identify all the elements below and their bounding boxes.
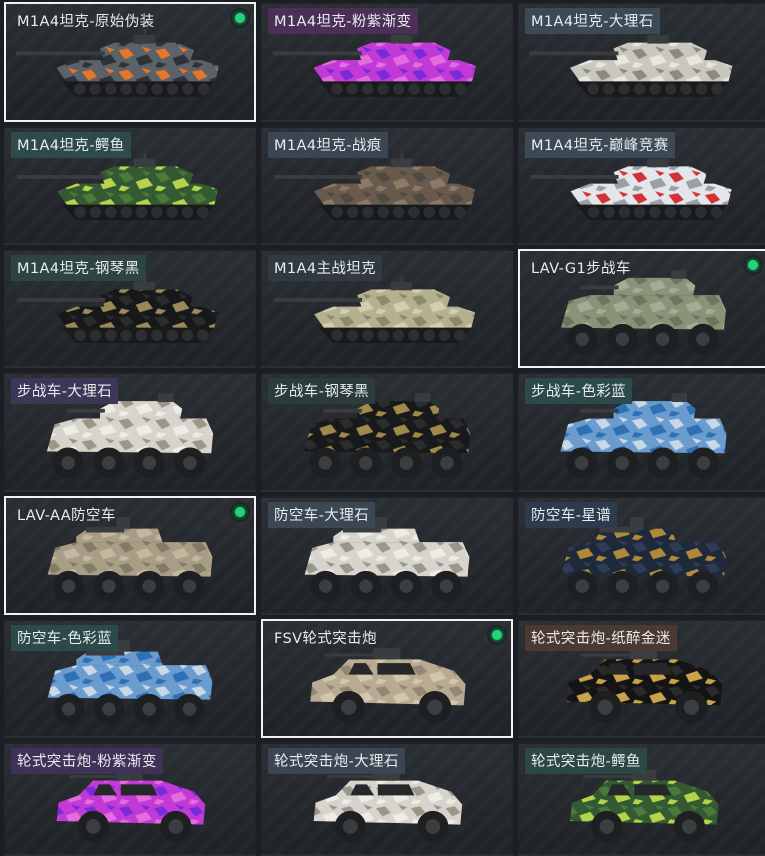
skin-name: M1A4坦克-战痕	[268, 132, 388, 158]
skin-name: M1A4坦克-原始伪装	[17, 14, 155, 30]
skin-card[interactable]: LAV-G1步战车	[518, 249, 765, 368]
tank-model	[273, 275, 476, 343]
skin-name: M1A4坦克-大理石	[525, 8, 660, 34]
skin-card[interactable]: LAV-AA防空车	[4, 496, 256, 615]
fsv-model	[570, 769, 719, 843]
skin-name: 步战车-钢琴黑	[268, 378, 376, 404]
aa-vehicle-model	[304, 517, 470, 602]
skin-card[interactable]: 步战车-色彩蓝	[518, 372, 765, 492]
fsv-model	[313, 769, 463, 843]
skin-card[interactable]: M1A4坦克-鳄鱼	[4, 126, 256, 245]
skin-name: 防空车-色彩蓝	[11, 625, 119, 651]
apc-model	[560, 393, 727, 479]
equipped-indicator-icon	[745, 257, 761, 273]
skin-name: LAV-AA防空车	[17, 508, 116, 524]
skin-card[interactable]: M1A4坦克-战痕	[261, 126, 513, 245]
aa-vehicle-model	[561, 517, 726, 602]
apc-model	[46, 393, 214, 479]
equipped-indicator-icon	[489, 627, 505, 643]
skin-card[interactable]: M1A4坦克-巅峰竞赛	[518, 126, 765, 245]
skin-card[interactable]: FSV轮式突击炮	[261, 619, 513, 738]
tank-model	[16, 152, 219, 220]
skin-name: 轮式突击炮-大理石	[268, 748, 405, 774]
fsv-model	[56, 769, 206, 843]
skin-card[interactable]: M1A4坦克-钢琴黑	[4, 249, 256, 368]
tank-model	[530, 152, 732, 220]
skin-card[interactable]: 轮式突击炮-鳄鱼	[518, 742, 765, 856]
skin-name: 轮式突击炮-鳄鱼	[525, 748, 647, 774]
skin-card[interactable]: M1A4坦克-原始伪装	[4, 2, 256, 122]
fsv-model	[566, 647, 723, 724]
tank-model	[529, 29, 733, 97]
skin-name: 防空车-大理石	[268, 502, 376, 528]
skin-name: M1A4坦克-钢琴黑	[11, 255, 146, 281]
aa-vehicle-model	[47, 517, 213, 602]
skin-name: FSV轮式突击炮	[274, 631, 377, 647]
skin-name: M1A4主战坦克	[268, 255, 383, 281]
skin-name: M1A4坦克-巅峰竞赛	[525, 132, 675, 158]
skin-card[interactable]: 轮式突击炮-纸醉金迷	[518, 619, 765, 738]
skin-card[interactable]: M1A4坦克-大理石	[518, 2, 765, 122]
tank-model	[15, 29, 219, 97]
skin-card[interactable]: 轮式突击炮-粉紫渐变	[4, 742, 256, 856]
skin-card[interactable]: 防空车-大理石	[261, 496, 513, 615]
skin-name: 步战车-大理石	[11, 378, 119, 404]
skin-card[interactable]: 轮式突击炮-大理石	[261, 742, 513, 856]
skin-card[interactable]: M1A4坦克-粉紫渐变	[261, 2, 513, 122]
skin-name: M1A4坦克-粉紫渐变	[268, 8, 418, 34]
fsv-model	[310, 647, 466, 724]
tank-model	[16, 275, 219, 343]
tank-model	[272, 29, 476, 97]
apc-model	[561, 270, 726, 355]
aa-vehicle-model	[47, 640, 213, 725]
skin-card[interactable]: M1A4主战坦克	[261, 249, 513, 368]
equipped-indicator-icon	[232, 10, 248, 26]
apc-model	[303, 393, 471, 479]
skin-card[interactable]: 步战车-钢琴黑	[261, 372, 513, 492]
skin-name: 步战车-色彩蓝	[525, 378, 633, 404]
skin-name: 轮式突击炮-粉紫渐变	[11, 748, 163, 774]
skin-card[interactable]: 步战车-大理石	[4, 372, 256, 492]
skin-name: 防空车-星谱	[525, 502, 618, 528]
tank-model	[273, 152, 476, 220]
skin-name: LAV-G1步战车	[531, 261, 631, 277]
skin-card[interactable]: 防空车-色彩蓝	[4, 619, 256, 738]
skin-grid: M1A4坦克-原始伪装 M1A4坦克-粉紫渐变 M1A4坦克-大理石 M1A4坦克-鳄…	[0, 0, 765, 856]
skin-name: M1A4坦克-鳄鱼	[11, 132, 131, 158]
equipped-indicator-icon	[232, 504, 248, 520]
skin-card[interactable]: 防空车-星谱	[518, 496, 765, 615]
skin-name: 轮式突击炮-纸醉金迷	[525, 625, 677, 651]
